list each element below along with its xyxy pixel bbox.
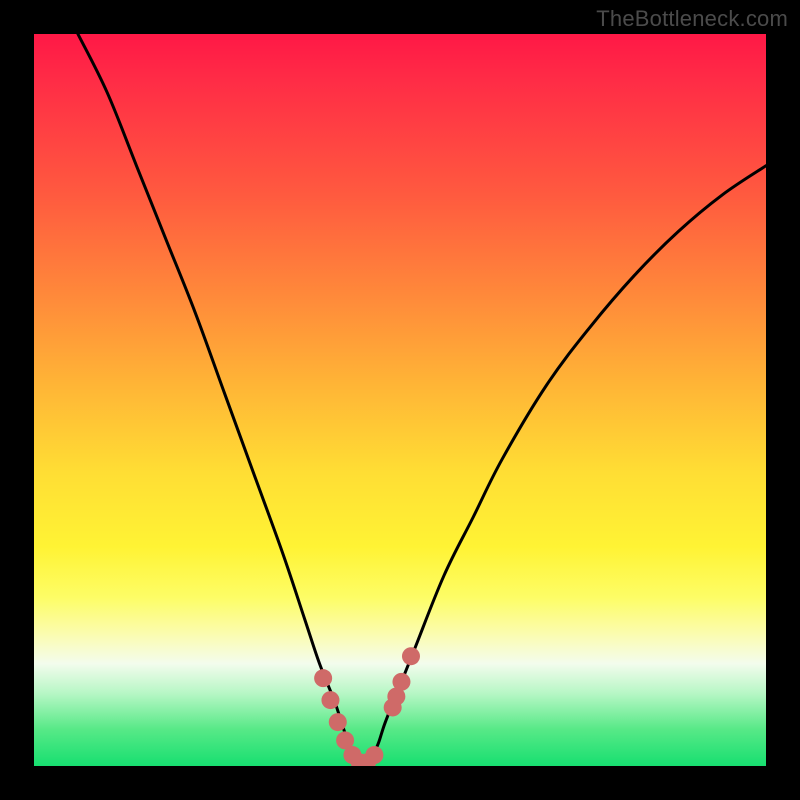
curve-marker: [329, 713, 347, 731]
curve-marker: [321, 691, 339, 709]
curve-marker: [392, 673, 410, 691]
bottleneck-curve-path: [78, 34, 766, 762]
plot-area: [34, 34, 766, 766]
curve-marker: [314, 669, 332, 687]
curve-svg: [34, 34, 766, 766]
outer-frame: TheBottleneck.com: [0, 0, 800, 800]
curve-marker: [402, 647, 420, 665]
curve-markers: [314, 647, 420, 766]
curve-marker: [365, 746, 383, 764]
bottleneck-curve: [78, 34, 766, 762]
watermark-text: TheBottleneck.com: [596, 6, 788, 32]
